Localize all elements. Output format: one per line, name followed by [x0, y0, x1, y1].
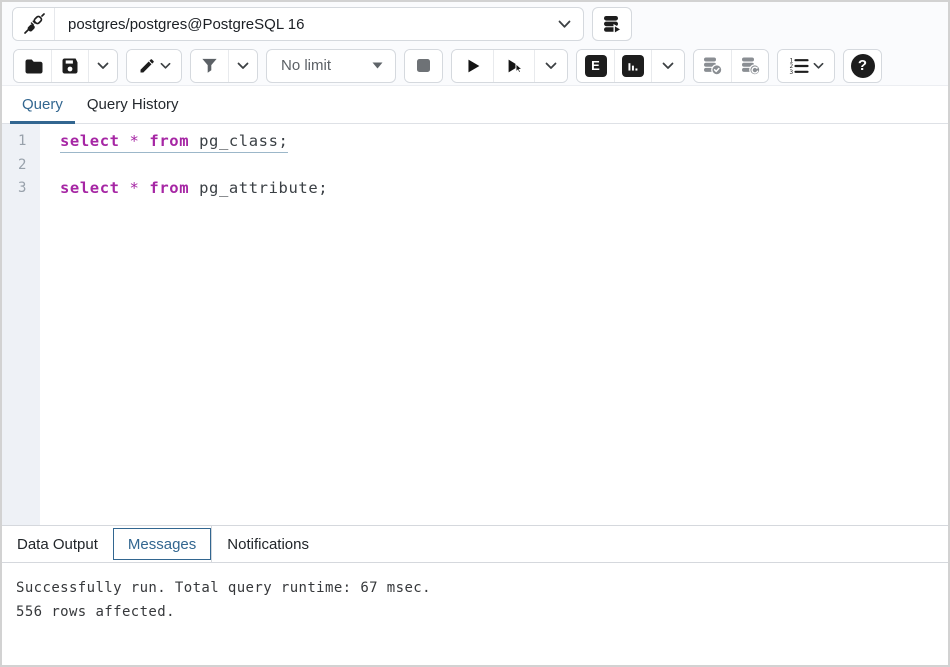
- plug-icon: [23, 13, 45, 35]
- caret-down-icon: [372, 62, 383, 69]
- code-line: [40, 154, 60, 178]
- database-new-icon: [602, 14, 623, 35]
- save-options-dropdown[interactable]: [88, 50, 117, 82]
- save-button[interactable]: [51, 50, 88, 82]
- tab-query-label: Query: [22, 96, 63, 113]
- editor-line: 2: [2, 154, 948, 178]
- chevron-down-icon: [662, 62, 674, 70]
- query-toolbar: No limit: [2, 46, 948, 86]
- edit-group: [126, 49, 182, 83]
- stop-group: [404, 49, 443, 83]
- tab-messages[interactable]: Messages: [113, 528, 211, 560]
- connection-select[interactable]: postgres/postgres@PostgreSQL 16: [55, 8, 583, 40]
- execute-group: [451, 49, 568, 83]
- chevron-down-icon: [97, 62, 109, 70]
- rollback-button[interactable]: [731, 50, 768, 82]
- connection-group: postgres/postgres@PostgreSQL 16: [12, 7, 584, 41]
- stop-button[interactable]: [405, 50, 442, 82]
- explain-options-dropdown[interactable]: [651, 50, 684, 82]
- explain-icon: E: [585, 55, 607, 77]
- edit-options-dropdown[interactable]: [127, 50, 181, 82]
- tab-data-output[interactable]: Data Output: [2, 526, 113, 562]
- filter-button[interactable]: [191, 50, 228, 82]
- editor-line: 3 select * from pg_attribute;: [2, 177, 948, 201]
- chevron-down-icon: [160, 62, 171, 70]
- code-line: select * from pg_class;: [40, 130, 288, 154]
- chevron-down-icon: [813, 62, 824, 70]
- pencil-icon: [138, 57, 156, 75]
- help-button[interactable]: ?: [844, 50, 881, 82]
- row-limit-value: No limit: [281, 57, 372, 74]
- chevron-down-icon: [237, 62, 249, 70]
- new-connection-button[interactable]: [592, 7, 632, 41]
- row-limit-select[interactable]: No limit: [266, 49, 396, 83]
- help-icon: ?: [851, 54, 875, 78]
- tab-query-history-label: Query History: [87, 96, 179, 113]
- database-commit-icon: [702, 55, 723, 76]
- database-rollback-icon: [740, 55, 761, 76]
- line-number: 3: [2, 177, 40, 201]
- messages-panel: Successfully run. Total query runtime: 6…: [2, 563, 948, 665]
- transaction-group: [693, 49, 769, 83]
- macros-group: 1 2 3: [777, 49, 835, 83]
- tab-query[interactable]: Query: [10, 86, 75, 123]
- help-group: ?: [843, 49, 882, 83]
- execute-button[interactable]: [452, 50, 493, 82]
- executed-query-underline: select * from pg_class;: [60, 132, 288, 153]
- tab-messages-label: Messages: [128, 536, 196, 553]
- sql-editor[interactable]: 1 select * from pg_class; 2 3 select * f…: [2, 124, 948, 525]
- execute-options-dropdown[interactable]: [534, 50, 567, 82]
- play-cursor-icon: [504, 56, 525, 76]
- filter-options-dropdown[interactable]: [228, 50, 257, 82]
- tab-data-output-label: Data Output: [17, 536, 98, 553]
- filter-icon: [200, 57, 219, 75]
- tab-notifications[interactable]: Notifications: [211, 526, 324, 562]
- execute-from-cursor-button[interactable]: [493, 50, 534, 82]
- filter-group: [190, 49, 258, 83]
- line-number: 2: [2, 154, 40, 178]
- explain-analyze-button[interactable]: [614, 50, 651, 82]
- play-icon: [463, 56, 483, 76]
- open-file-button[interactable]: [14, 50, 51, 82]
- message-text: 556 rows affected.: [16, 600, 948, 624]
- output-tabbar: Data Output Messages Notifications: [2, 525, 948, 563]
- macros-dropdown[interactable]: 1 2 3: [778, 50, 834, 82]
- numbered-list-icon: 1 2 3: [788, 56, 809, 76]
- chevron-down-icon: [558, 20, 571, 29]
- file-group: [13, 49, 118, 83]
- message-text: Successfully run. Total query runtime: 6…: [16, 576, 948, 600]
- svg-text:3: 3: [790, 68, 794, 75]
- explain-button[interactable]: E: [577, 50, 614, 82]
- connection-select-value: postgres/postgres@PostgreSQL 16: [68, 16, 558, 33]
- tab-query-history[interactable]: Query History: [75, 86, 191, 123]
- folder-icon: [23, 56, 43, 76]
- editor-tabbar: Query Query History: [2, 86, 948, 124]
- code-line: select * from pg_attribute;: [40, 177, 328, 201]
- save-icon: [60, 56, 80, 76]
- query-tool-window: postgres/postgres@PostgreSQL 16: [0, 0, 950, 667]
- explain-analyze-icon: [622, 55, 644, 77]
- chevron-down-icon: [545, 62, 557, 70]
- editor-line: 1 select * from pg_class;: [2, 130, 948, 154]
- commit-button[interactable]: [694, 50, 731, 82]
- explain-group: E: [576, 49, 685, 83]
- stop-icon: [415, 57, 432, 74]
- connection-bar: postgres/postgres@PostgreSQL 16: [2, 2, 948, 46]
- line-number: 1: [2, 130, 40, 154]
- tab-notifications-label: Notifications: [227, 536, 309, 553]
- connection-status-button[interactable]: [13, 8, 55, 40]
